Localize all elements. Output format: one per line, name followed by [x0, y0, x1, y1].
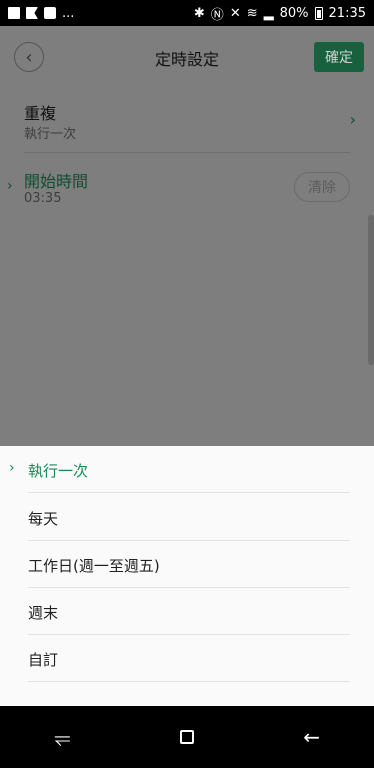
wifi-icon: ≋: [246, 5, 258, 21]
mute-icon: ✕: [229, 5, 241, 21]
option-weekend[interactable]: 週末: [0, 588, 374, 635]
start-time-value: 03:35: [24, 191, 62, 206]
photo-icon: [8, 7, 20, 19]
header-bar: ‹ 定時設定 確定: [0, 26, 374, 90]
confirm-button[interactable]: 確定: [314, 42, 364, 72]
navigation-bar: ⥫ ←: [0, 706, 374, 768]
status-right: ✱ Ⓝ ✕ ≋ ▂ 80% 21:35: [194, 4, 366, 23]
battery-icon: [314, 6, 323, 20]
scrollbar[interactable]: [368, 215, 374, 365]
home-button[interactable]: [167, 730, 207, 744]
option-label: 工作日(週一至週五): [28, 557, 160, 575]
flag-icon: [26, 7, 38, 19]
option-weekdays[interactable]: 工作日(週一至週五): [0, 541, 374, 588]
option-label: 自訂: [28, 651, 59, 669]
start-time-row[interactable]: › 開始時間 03:35 清除: [0, 158, 374, 220]
back-button[interactable]: ‹: [14, 42, 44, 72]
option-label: 週末: [28, 604, 59, 622]
option-daily[interactable]: 每天: [0, 494, 374, 541]
repeat-value: 執行一次: [24, 127, 77, 142]
repeat-title: 重複: [24, 104, 57, 123]
status-left: ...: [8, 6, 74, 21]
divider: [24, 152, 350, 153]
status-bar: ... ✱ Ⓝ ✕ ≋ ▂ 80% 21:35: [0, 0, 374, 26]
chevron-right-icon: ›: [349, 110, 356, 129]
divider: [28, 492, 350, 493]
facebook-icon: [44, 7, 56, 19]
clear-button[interactable]: 清除: [294, 172, 350, 202]
back-nav-icon[interactable]: ←: [292, 725, 332, 749]
status-time: 21:35: [328, 5, 366, 21]
bluetooth-icon: ✱: [193, 5, 205, 21]
battery-percent: 80%: [279, 5, 309, 21]
more-notifications-icon: ...: [62, 5, 75, 21]
signal-icon: ▂: [263, 5, 274, 21]
repeat-row[interactable]: 重複 執行一次 ›: [0, 90, 374, 152]
divider: [28, 681, 350, 682]
recent-apps-icon[interactable]: ⥫: [42, 725, 82, 749]
nfc-icon: Ⓝ: [210, 7, 224, 23]
home-icon: [179, 730, 194, 744]
option-once[interactable]: › 執行一次: [0, 446, 374, 493]
check-chevron-icon: ›: [9, 460, 15, 476]
option-label: 執行一次: [28, 462, 89, 480]
repeat-options-sheet: › 執行一次 每天 工作日(週一至週五) 週末 自訂: [0, 446, 374, 706]
start-time-title: 開始時間: [24, 172, 89, 191]
chevron-left-icon: ‹: [25, 46, 33, 68]
option-label: 每天: [28, 510, 59, 528]
option-custom[interactable]: 自訂: [0, 635, 374, 682]
page-title: 定時設定: [154, 50, 219, 69]
chevron-right-icon: ›: [7, 178, 13, 194]
